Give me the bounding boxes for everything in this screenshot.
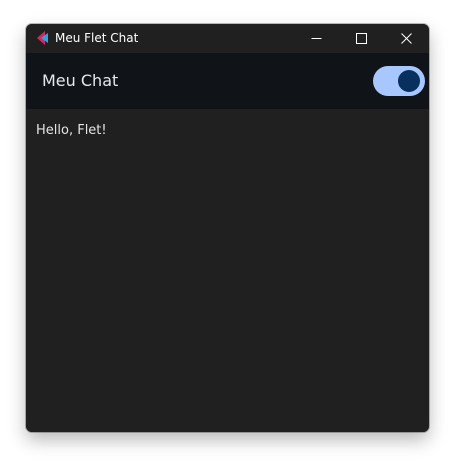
theme-toggle-knob — [398, 70, 420, 92]
app-bar-title: Meu Chat — [42, 71, 119, 90]
window-title: Meu Flet Chat — [55, 31, 139, 45]
close-icon — [401, 33, 412, 44]
app-window: Meu Flet Chat Meu Chat Hello, Flet! — [26, 24, 429, 432]
maximize-icon — [356, 33, 367, 44]
window-titlebar[interactable]: Meu Flet Chat — [26, 24, 429, 53]
minimize-button[interactable] — [294, 24, 339, 53]
maximize-button[interactable] — [339, 24, 384, 53]
close-button[interactable] — [384, 24, 429, 53]
theme-toggle-switch[interactable] — [373, 66, 425, 96]
chat-message: Hello, Flet! — [36, 123, 107, 138]
app-bar: Meu Chat — [26, 53, 429, 109]
chat-content-area: Hello, Flet! — [26, 109, 429, 432]
moon-icon — [352, 73, 361, 91]
flet-logo-icon — [37, 31, 48, 45]
minimize-icon — [311, 38, 322, 39]
